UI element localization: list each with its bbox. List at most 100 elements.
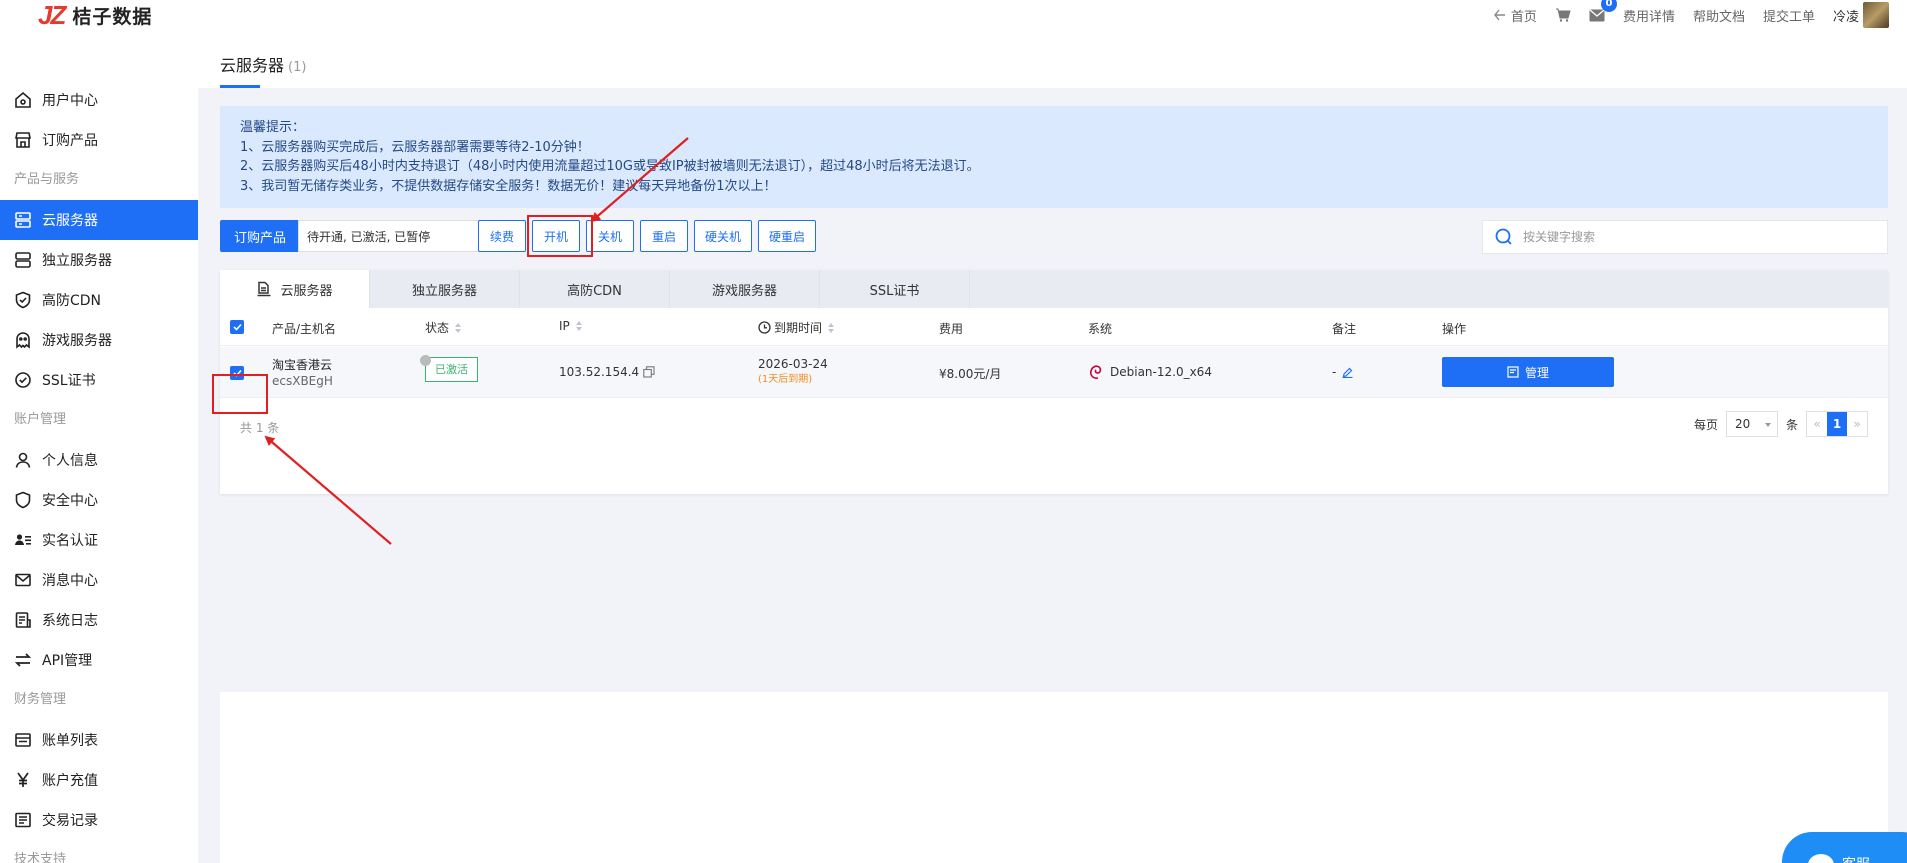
swap-icon (14, 653, 32, 667)
sidebar-item-transactions[interactable]: 交易记录 (0, 800, 198, 840)
user-menu[interactable]: 冷凌 (1833, 2, 1889, 28)
sort-icon (575, 321, 582, 331)
sidebar-item-dedicated-server[interactable]: 独立服务器 (0, 240, 198, 280)
sidebar-item-ssl[interactable]: SSL证书 (0, 360, 198, 400)
notice-box: 温馨提示： 1、云服务器购买完成后，云服务器部署需要等待2-10分钟！ 2、云服… (220, 106, 1888, 208)
tab-cloud-server[interactable]: 云服务器 (220, 270, 370, 308)
sidebar-item-label: 个人信息 (42, 453, 98, 469)
sidebar-item-label: 消息中心 (42, 573, 98, 589)
toolbar: 订购产品 待开通, 已激活, 已暂停 续费 开机 关机 重启 硬关机 硬重启 (220, 220, 1888, 254)
shield-icon (15, 491, 31, 509)
sidebar-item-recharge[interactable]: 账户充值 (0, 760, 198, 800)
renew-button[interactable]: 续费 (478, 220, 526, 252)
pagination: 每页 20 条 « 1 » (1694, 411, 1868, 437)
sort-icon (455, 322, 462, 333)
sidebar-item-game-server[interactable]: 游戏服务器 (0, 320, 198, 360)
table-row: 淘宝香港云 ecsXBEgH 已激活 103.52.154.4 2026-03-… (220, 347, 1888, 398)
status-indicator-dot (420, 355, 431, 366)
chat-bubble-icon (1808, 854, 1834, 863)
edit-icon[interactable] (1342, 367, 1353, 378)
customer-service-button[interactable]: 客服 (1782, 832, 1907, 863)
page-size-select[interactable]: 20 (1725, 411, 1778, 437)
row-checkbox[interactable] (230, 366, 244, 380)
tab-label: 云服务器 (280, 283, 333, 299)
ip-address: 103.52.154.4 (559, 365, 640, 379)
store-icon (15, 132, 31, 148)
tab-cdn[interactable]: 高防CDN (520, 270, 670, 308)
col-os: 系统 (1088, 322, 1113, 336)
restart-button[interactable]: 重启 (640, 220, 688, 252)
sidebar-item-label: 交易记录 (42, 813, 98, 829)
sidebar-item-api[interactable]: API管理 (0, 640, 198, 680)
sidebar-group-account: 账户管理 (14, 412, 67, 427)
copy-icon[interactable] (643, 366, 655, 378)
page-1-button[interactable]: 1 (1827, 412, 1847, 436)
select-all-checkbox[interactable] (230, 320, 244, 334)
shield-check-icon (15, 291, 31, 309)
power-off-button[interactable]: 关机 (586, 220, 634, 252)
col-status[interactable]: 状态 (425, 319, 462, 336)
col-expire-label: 到期时间 (774, 321, 823, 335)
col-remark: 备注 (1332, 322, 1357, 336)
sidebar-item-cloud-server[interactable]: 云服务器 (0, 200, 198, 240)
sidebar-item-user-center[interactable]: 用户中心 (0, 80, 198, 120)
page-header: 云服务器 (1) (198, 36, 1907, 88)
main-content: 温馨提示： 1、云服务器购买完成后，云服务器部署需要等待2-10分钟！ 2、云服… (198, 88, 1907, 863)
page-size-value: 20 (1734, 417, 1751, 431)
user-icon (15, 452, 31, 468)
nav-cart[interactable] (1555, 8, 1571, 22)
nav-help[interactable]: 帮助文档 (1693, 6, 1745, 25)
next-page-button[interactable]: » (1847, 412, 1867, 436)
nav-home-label: 首页 (1510, 9, 1537, 25)
ip-cell: 103.52.154.4 (559, 365, 655, 379)
sidebar-item-label: 云服务器 (42, 213, 98, 229)
col-ip[interactable]: IP (559, 319, 582, 333)
manage-button[interactable]: 管理 (1442, 357, 1614, 387)
top-nav: 首页 0 费用详情 帮助文档 提交工单 冷凌 (1493, 0, 1889, 30)
sidebar-item-order[interactable]: 订购产品 (0, 120, 198, 160)
sidebar-item-cdn[interactable]: 高防CDN (0, 280, 198, 320)
page-buttons: « 1 » (1806, 411, 1868, 437)
sidebar-item-security[interactable]: 安全中心 (0, 480, 198, 520)
sidebar-item-label: 账单列表 (42, 733, 98, 749)
username: 冷凌 (1832, 9, 1859, 25)
logo-text: 桔子数据 (72, 5, 153, 28)
manage-icon (1507, 366, 1519, 378)
nav-billing[interactable]: 费用详情 (1623, 6, 1675, 25)
sidebar-item-label: 游戏服务器 (42, 333, 112, 349)
nav-messages[interactable]: 0 (1589, 0, 1617, 22)
tab-game-server[interactable]: 游戏服务器 (670, 270, 820, 308)
order-product-button[interactable]: 订购产品 (220, 220, 300, 252)
sidebar-item-label: SSL证书 (42, 373, 96, 389)
sidebar-item-logs[interactable]: 系统日志 (0, 600, 198, 640)
remark-text: - (1332, 365, 1337, 379)
per-page-unit: 条 (1785, 417, 1798, 432)
sidebar-item-bills[interactable]: 账单列表 (0, 720, 198, 760)
message-count-badge: 0 (1600, 0, 1617, 12)
tab-dedicated-server[interactable]: 独立服务器 (370, 270, 520, 308)
nav-home[interactable]: 首页 (1493, 6, 1537, 25)
col-expire[interactable]: 到期时间 (758, 319, 835, 336)
log-icon (15, 612, 31, 628)
check-circle-icon (15, 372, 31, 388)
nav-ticket[interactable]: 提交工单 (1763, 6, 1815, 25)
clock-icon (758, 321, 771, 334)
tab-ssl[interactable]: SSL证书 (820, 270, 970, 308)
sidebar-item-verification[interactable]: 实名认证 (0, 520, 198, 560)
hard-power-off-button[interactable]: 硬关机 (694, 220, 752, 252)
product-cell[interactable]: 淘宝香港云 ecsXBEgH (272, 357, 333, 389)
lower-card (220, 692, 1888, 863)
logo[interactable]: JZ 桔子数据 (38, 0, 152, 30)
sidebar-item-messages[interactable]: 消息中心 (0, 560, 198, 600)
yen-icon (17, 772, 29, 787)
sort-icon (828, 322, 835, 333)
sidebar-item-profile[interactable]: 个人信息 (0, 440, 198, 480)
search-input[interactable] (1523, 230, 1863, 244)
hard-restart-button[interactable]: 硬重启 (758, 220, 816, 252)
power-on-button[interactable]: 开机 (532, 220, 580, 252)
document-icon (257, 281, 271, 297)
table-header: 产品/主机名 状态 IP 到期时间 费用 系统 备注 操作 (220, 308, 1888, 346)
prev-page-button[interactable]: « (1807, 412, 1827, 436)
col-status-label: 状态 (425, 321, 450, 335)
chevron-down-icon (1764, 423, 1771, 427)
